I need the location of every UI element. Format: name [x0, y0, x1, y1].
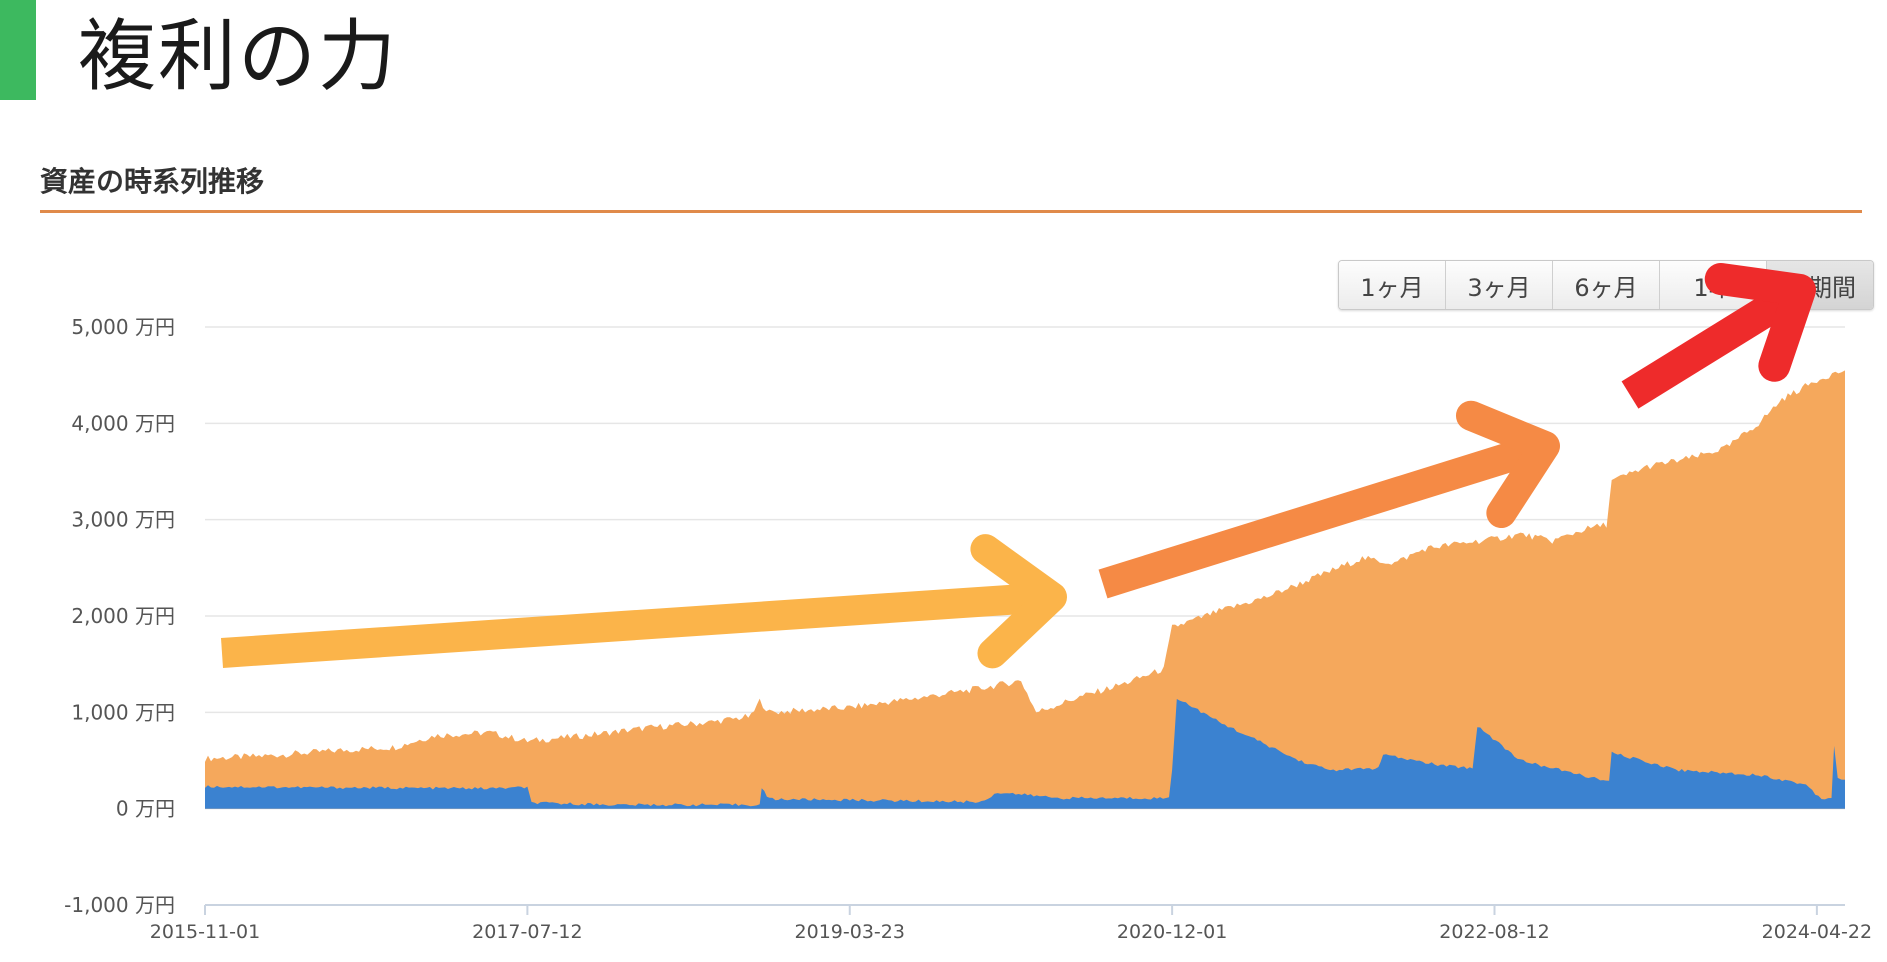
y-tick-label: 4,000 万円	[71, 411, 175, 435]
y-tick-label: 3,000 万円	[71, 508, 175, 532]
asset-timeseries-chart: 5,000 万円 4,000 万円 3,000 万円 2,000 万円 1,000 万円…	[64, 315, 1872, 943]
x-tick-label: 2020-12-01	[1117, 921, 1227, 943]
x-tick-label: 2024-04-22	[1762, 921, 1872, 943]
range-button-6m[interactable]: 6ヶ月	[1553, 261, 1660, 309]
x-tick-label: 2015-11-01	[150, 921, 260, 943]
x-tick-label: 2022-08-12	[1439, 921, 1549, 943]
y-tick-label: -1,000 万円	[64, 893, 175, 917]
range-button-3m[interactable]: 3ヶ月	[1446, 261, 1553, 309]
x-tick-label: 2017-07-12	[472, 921, 582, 943]
x-tick-label: 2019-03-23	[795, 921, 905, 943]
y-tick-label: 0 万円	[116, 797, 175, 821]
range-selector: 1ヶ月 3ヶ月 6ヶ月 1年 全期間	[1338, 260, 1874, 310]
range-button-1m[interactable]: 1ヶ月	[1339, 261, 1446, 309]
range-button-1y[interactable]: 1年	[1660, 261, 1767, 309]
y-tick-label: 1,000 万円	[71, 700, 175, 724]
y-tick-label: 5,000 万円	[71, 315, 175, 339]
total-assets-area	[205, 370, 1845, 809]
y-tick-label: 2,000 万円	[71, 604, 175, 628]
range-button-all[interactable]: 全期間	[1767, 261, 1873, 309]
